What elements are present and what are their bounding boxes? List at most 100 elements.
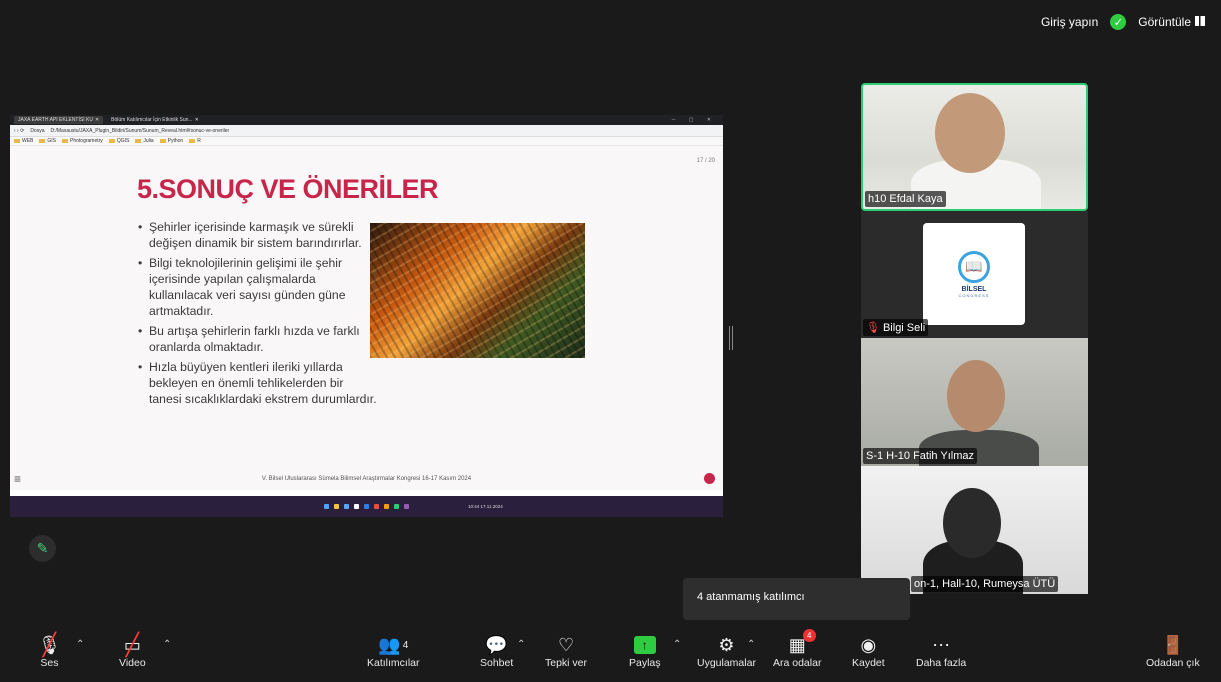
participant-tile[interactable]: on-1, Hall-10, Rumeysa ÜTÜ xyxy=(861,466,1088,594)
bookmark-item[interactable]: WEB xyxy=(14,138,33,144)
taskbar-app-icon[interactable] xyxy=(394,504,399,509)
grid-view-icon xyxy=(1195,16,1205,26)
video-options-chevron-icon[interactable]: ⌃ xyxy=(163,639,171,650)
more-dots-icon: ⋯ xyxy=(932,634,951,655)
sign-in-link[interactable]: Giriş yapın xyxy=(1041,15,1098,29)
participant-name-label: 🎙 Bilgi Seli xyxy=(863,319,929,336)
menu-icon[interactable]: ≡ xyxy=(14,472,21,486)
windows-taskbar: 10:44 17.11.2024 xyxy=(10,496,723,517)
chat-icon: 💬 xyxy=(485,634,508,655)
participants-button[interactable]: 👥 4 Katılımcılar xyxy=(367,633,420,670)
record-button[interactable]: ◉ Kaydet xyxy=(852,633,885,670)
browser-tab[interactable]: JAXA EARTH API EKLENTİSİ KU ✕ xyxy=(14,116,104,124)
participant-name: Bilgi Seli xyxy=(882,322,926,334)
participant-tile[interactable]: h10 Efdal Kaya xyxy=(861,83,1088,211)
react-button[interactable]: ♡ Tepki ver xyxy=(545,633,588,670)
slide-bullet: Şehirler içerisinde karmaşık ve sürekli … xyxy=(138,219,378,251)
taskbar-clock[interactable]: 10:44 17.11.2024 xyxy=(468,504,503,509)
conference-logo-icon xyxy=(704,473,715,484)
audio-button[interactable]: 🎙 ╱ Ses xyxy=(38,632,61,669)
logo-title: BİLSEL xyxy=(961,285,987,293)
share-screen-icon: ↑ xyxy=(633,633,656,657)
slide-bullet: Bu artışa şehirlerin farklı hızda ve far… xyxy=(138,323,378,355)
top-bar: Giriş yapın ✓ Görüntüle xyxy=(1041,14,1205,30)
participant-tile[interactable]: 📖 BİLSEL CONGRESS 🎙 Bilgi Seli xyxy=(861,211,1088,338)
apps-options-chevron-icon[interactable]: ⌃ xyxy=(747,639,755,650)
view-label: Görüntüle xyxy=(1138,15,1191,29)
apps-label: Uygulamalar xyxy=(697,657,756,669)
participant-name: on-1, Hall-10, Rumeysa ÜTÜ xyxy=(911,576,1059,592)
clock-time: 10:44 xyxy=(468,504,480,509)
participant-name: S-1 H-10 Fatih Yılmaz xyxy=(863,448,978,464)
video-button[interactable]: ▭ ╱ Video xyxy=(119,632,146,669)
bookmark-item[interactable]: R xyxy=(189,138,201,144)
bookmark-item[interactable]: QGIS xyxy=(109,138,130,144)
video-off-icon: ▭ ╱ xyxy=(123,632,141,657)
leave-button[interactable]: 🚪 Odadan çık xyxy=(1146,633,1200,670)
unassigned-tooltip: 4 atanmamış katılımcı xyxy=(683,578,910,620)
slide-title: 5.SONUÇ VE ÖNERİLER xyxy=(137,174,439,204)
audio-options-chevron-icon[interactable]: ⌃ xyxy=(76,639,84,650)
participants-count: 4 xyxy=(402,639,409,651)
close-icon[interactable]: ✕ xyxy=(95,117,99,123)
mic-muted-icon: 🎙 xyxy=(866,322,880,334)
annotate-pencil-icon[interactable]: ✎ xyxy=(29,535,56,562)
shield-check-icon[interactable]: ✓ xyxy=(1110,14,1127,30)
leave-label: Odadan çık xyxy=(1146,657,1200,669)
participant-name: h10 Efdal Kaya xyxy=(865,191,946,207)
bookmark-item[interactable]: GIS xyxy=(39,138,56,144)
chat-options-chevron-icon[interactable]: ⌃ xyxy=(517,639,525,650)
leave-room-icon: 🚪 xyxy=(1161,634,1185,655)
browser-tab-title: JAXA EARTH API EKLENTİSİ KU xyxy=(18,117,93,123)
bookmark-item[interactable]: Python xyxy=(160,138,184,144)
participants-label: Katılımcılar xyxy=(367,657,420,669)
slide-bullet: Bilgi teknolojilerinin gelişimi ile şehi… xyxy=(138,255,378,319)
browser-tab[interactable]: Bölüm Katılımcılar İçin Etkinlik Sun... ✕ xyxy=(107,116,203,124)
taskbar-app-icon[interactable] xyxy=(374,504,379,509)
view-button[interactable]: Görüntüle xyxy=(1138,15,1205,29)
bookmark-item[interactable]: Julia xyxy=(135,138,153,144)
breakout-rooms-button[interactable]: ▦ 4 Ara odalar xyxy=(773,629,822,669)
slide-page-number: 17 / 20 xyxy=(696,158,715,164)
share-label: Paylaş xyxy=(629,657,661,669)
more-button[interactable]: ⋯ Daha fazla xyxy=(916,633,967,670)
bookmarks-bar: WEB GIS Photogrametry QGIS Julia Python … xyxy=(10,137,723,146)
participant-face xyxy=(935,93,1005,173)
taskbar-app-icon[interactable] xyxy=(344,504,349,509)
participant-face xyxy=(943,488,1001,558)
video-label: Video xyxy=(119,657,146,669)
window-controls[interactable]: ─ ▢ ✕ xyxy=(672,117,723,123)
slide-bullet: Hızla büyüyen kentleri ileriki yıllarda … xyxy=(138,359,378,407)
share-button[interactable]: ↑ Paylaş xyxy=(629,633,661,669)
breakout-label: Ara odalar xyxy=(773,657,822,669)
audio-label: Ses xyxy=(40,657,59,669)
split-resize-handle[interactable] xyxy=(729,326,733,350)
taskbar-app-icon[interactable] xyxy=(354,504,359,509)
heart-icon: ♡ xyxy=(557,634,575,655)
react-label: Tepki ver xyxy=(545,657,588,669)
chat-button[interactable]: 💬 Sohbet xyxy=(480,633,514,670)
meeting-toolbar: 🎙 ╱ Ses ⌃ ▭ ╱ Video ⌃ 👥 4 Katılımcılar 💬 So… xyxy=(0,625,1221,682)
breakout-badge: 4 xyxy=(802,629,816,642)
taskbar-app-icon[interactable] xyxy=(404,504,409,509)
back-icon[interactable]: ‹ › ⟳ xyxy=(14,128,24,134)
participant-tile[interactable]: S-1 H-10 Fatih Yılmaz xyxy=(861,338,1088,466)
start-icon[interactable] xyxy=(324,504,329,509)
browser-address-bar: ‹ › ⟳ Dosya D:/Masaustu/JAXA_Plugin_Bild… xyxy=(10,125,723,137)
taskbar-app-icon[interactable] xyxy=(334,504,339,509)
people-icon: 👥 4 xyxy=(378,634,409,655)
taskbar-app-icon[interactable] xyxy=(384,504,389,509)
mic-muted-icon: 🎙 ╱ xyxy=(38,632,61,657)
record-label: Kaydet xyxy=(852,657,885,669)
slide-bullet-list: Şehirler içerisinde karmaşık ve sürekli … xyxy=(138,219,378,411)
share-options-chevron-icon[interactable]: ⌃ xyxy=(673,639,681,650)
bookmark-item[interactable]: Photogrametry xyxy=(62,138,103,144)
more-label: Daha fazla xyxy=(916,657,967,669)
shared-screen: JAXA EARTH API EKLENTİSİ KU ✕ Bölüm Katıl… xyxy=(10,115,723,517)
url-field[interactable]: D:/Masaustu/JAXA_Plugin_Bildiri/Sunum/Su… xyxy=(51,128,720,134)
clock-date: 17.11.2024 xyxy=(480,504,503,509)
slide-footer: V. Bilsel Uluslararası Sümela Bilimsel A… xyxy=(261,476,472,482)
close-icon[interactable]: ✕ xyxy=(195,117,199,123)
chat-label: Sohbet xyxy=(480,657,514,669)
taskbar-app-icon[interactable] xyxy=(364,504,369,509)
